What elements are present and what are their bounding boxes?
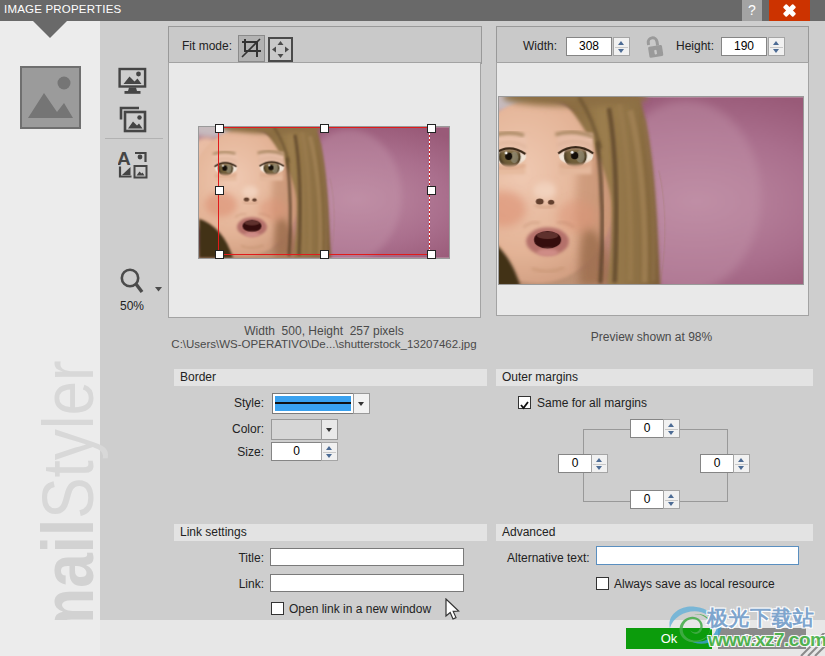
svg-text:A: A xyxy=(118,150,131,169)
